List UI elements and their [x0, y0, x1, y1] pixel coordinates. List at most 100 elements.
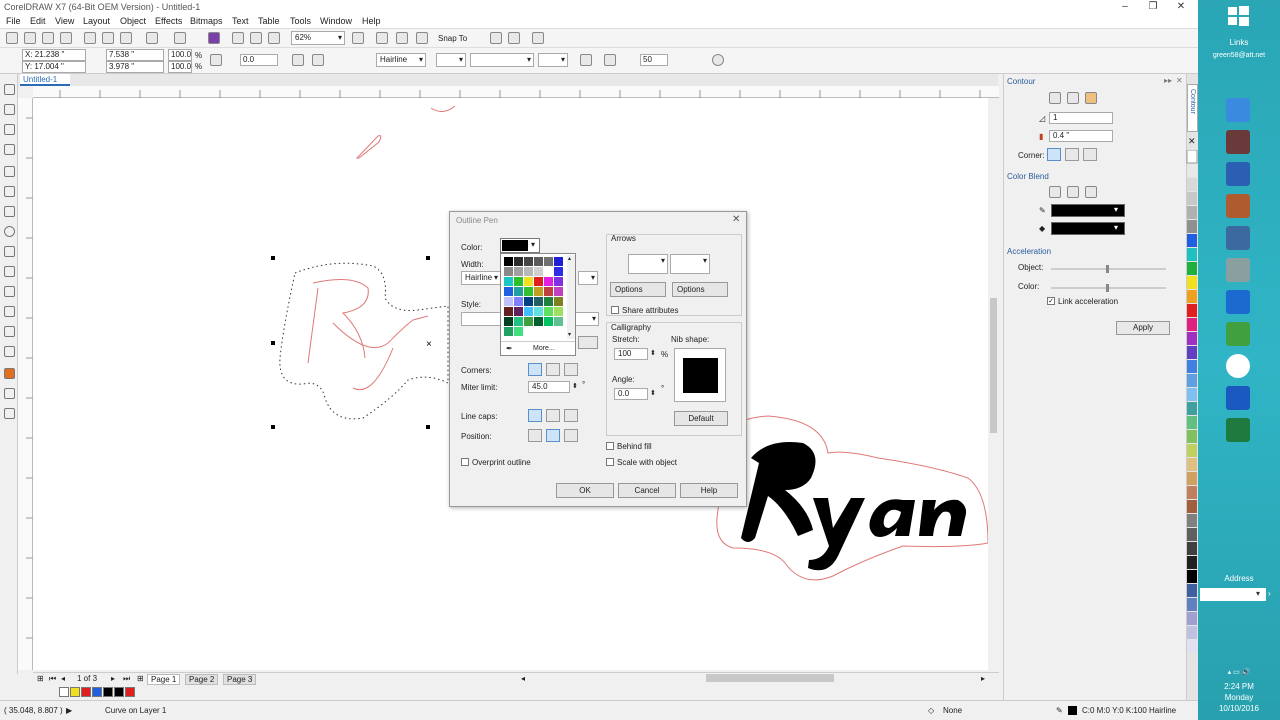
links-toolbar-label[interactable]: Links	[1198, 38, 1280, 47]
scale-y-field[interactable]: 100.0	[168, 61, 192, 73]
color-cell[interactable]	[514, 327, 523, 336]
scale-x-field[interactable]: 100.0	[168, 49, 192, 61]
corner-miter-button[interactable]	[528, 363, 542, 376]
color-picker-button[interactable]: ▾	[500, 238, 540, 253]
shape-tool-icon[interactable]	[4, 104, 15, 115]
ellipse-tool-icon[interactable]	[4, 226, 15, 237]
color-cell[interactable]	[554, 317, 563, 326]
add-preset-icon[interactable]	[712, 54, 724, 66]
color-cell[interactable]	[554, 277, 563, 286]
position-center-button[interactable]	[546, 429, 560, 442]
docker-tab-close-icon[interactable]: ✕	[1188, 136, 1196, 147]
link-acceleration-checkbox[interactable]: ✓	[1047, 297, 1055, 305]
end-arrow-select[interactable]	[670, 254, 710, 274]
color-cell[interactable]	[534, 307, 543, 316]
parallel-dimension-icon[interactable]	[4, 286, 15, 297]
interactive-fill-icon[interactable]	[4, 388, 15, 399]
maximize-button[interactable]: ❐	[1140, 0, 1166, 14]
start-arrow-select[interactable]	[436, 53, 466, 67]
end-arrow-options[interactable]: Options	[672, 282, 728, 297]
menu-bitmaps[interactable]: Bitmaps	[190, 16, 223, 26]
rotation-field[interactable]: 0.0	[240, 54, 278, 66]
menu-view[interactable]: View	[55, 16, 74, 26]
corner-round-button[interactable]	[1065, 148, 1079, 161]
color-cell[interactable]	[524, 257, 533, 266]
horizontal-ruler[interactable]	[33, 86, 999, 98]
width-select[interactable]: Hairline	[461, 271, 501, 285]
width-units-select[interactable]	[578, 271, 598, 285]
to-center-icon[interactable]	[1049, 92, 1061, 104]
add-page-icon[interactable]: ⊞	[37, 674, 44, 683]
fill-color-arrow[interactable]: ▾	[1114, 223, 1118, 232]
swatch-yellow[interactable]	[70, 687, 80, 697]
linear-blend-icon[interactable]	[1049, 186, 1061, 198]
internet-explorer-icon[interactable]	[1226, 98, 1250, 122]
last-page-icon[interactable]: ⏭	[123, 674, 130, 684]
corner-mitered-button[interactable]	[1047, 148, 1061, 161]
color-cell[interactable]	[544, 257, 553, 266]
horizontal-scroll-thumb[interactable]	[706, 674, 834, 682]
color-cell[interactable]	[504, 267, 513, 276]
swatch-red[interactable]	[81, 687, 91, 697]
connector-tool-icon[interactable]	[4, 306, 15, 317]
export-icon[interactable]	[250, 32, 262, 44]
more-colors-button[interactable]: More...	[533, 345, 555, 352]
open-icon[interactable]	[24, 32, 36, 44]
color-cell[interactable]	[524, 307, 533, 316]
outside-contour-icon[interactable]	[1085, 92, 1097, 104]
transparency-tool-icon[interactable]	[4, 346, 15, 357]
color-cell[interactable]	[534, 257, 543, 266]
stretch-field[interactable]: 100	[614, 348, 648, 360]
height-field[interactable]: 3.978 "	[106, 61, 164, 73]
cut-icon[interactable]	[84, 32, 96, 44]
color-cell[interactable]	[514, 267, 523, 276]
position-inside-button[interactable]	[564, 429, 578, 442]
color-cell[interactable]	[554, 257, 563, 266]
print-icon[interactable]	[60, 32, 72, 44]
word-icon[interactable]	[1226, 162, 1250, 186]
nib-preview[interactable]	[674, 348, 726, 402]
play-icon[interactable]: ▶	[66, 706, 72, 715]
corner-round-button[interactable]	[546, 363, 560, 376]
color-cell[interactable]	[524, 287, 533, 296]
scroll-left-icon[interactable]: ◂	[521, 674, 525, 683]
corner-bevel-button[interactable]	[564, 363, 578, 376]
object-slider-thumb[interactable]	[1106, 265, 1109, 273]
app-icon-4[interactable]	[1226, 194, 1250, 218]
search-content-icon[interactable]	[208, 32, 220, 44]
overprint-checkbox[interactable]	[461, 458, 469, 466]
color-cell[interactable]	[534, 267, 543, 276]
ok-button[interactable]: OK	[556, 483, 614, 498]
show-grid-icon[interactable]	[396, 32, 408, 44]
color-cell[interactable]	[514, 277, 523, 286]
color-cell[interactable]	[534, 277, 543, 286]
color-cell[interactable]	[544, 287, 553, 296]
show-guides-icon[interactable]	[416, 32, 428, 44]
color-cell[interactable]	[524, 297, 533, 306]
apply-button[interactable]: Apply	[1116, 321, 1170, 335]
tab-page-1[interactable]: Page 1	[147, 674, 181, 685]
color-cell[interactable]	[534, 297, 543, 306]
color-cell[interactable]	[544, 307, 553, 316]
menu-effects[interactable]: Effects	[155, 16, 182, 26]
reverse-curve-icon[interactable]	[580, 54, 592, 66]
start-arrow-options[interactable]: Options	[610, 282, 666, 297]
color-dropdown-icon[interactable]: ▾	[531, 240, 535, 249]
welcome-screen-icon[interactable]	[532, 32, 544, 44]
swatch-none[interactable]	[59, 687, 69, 697]
outline-color-arrow[interactable]: ▾	[1114, 205, 1118, 214]
color-cell[interactable]	[524, 267, 533, 276]
y-position-field[interactable]: Y: 17.004 "	[22, 61, 86, 73]
miter-field[interactable]: 50	[640, 54, 668, 66]
color-cell[interactable]	[514, 317, 523, 326]
offset-field[interactable]: 0.4 "	[1049, 130, 1113, 142]
new-icon[interactable]	[6, 32, 18, 44]
minimize-button[interactable]: –	[1112, 0, 1138, 14]
system-tray-icons[interactable]: ▴ ▭ 🔊	[1198, 668, 1280, 676]
paste-icon[interactable]	[120, 32, 132, 44]
color-cell[interactable]	[534, 317, 543, 326]
end-arrow-select[interactable]	[538, 53, 568, 67]
color-grid-scrollbar[interactable]: ▴ ▾	[567, 255, 575, 339]
smart-fill-icon[interactable]	[4, 408, 15, 419]
cap-extended-button[interactable]	[564, 409, 578, 422]
